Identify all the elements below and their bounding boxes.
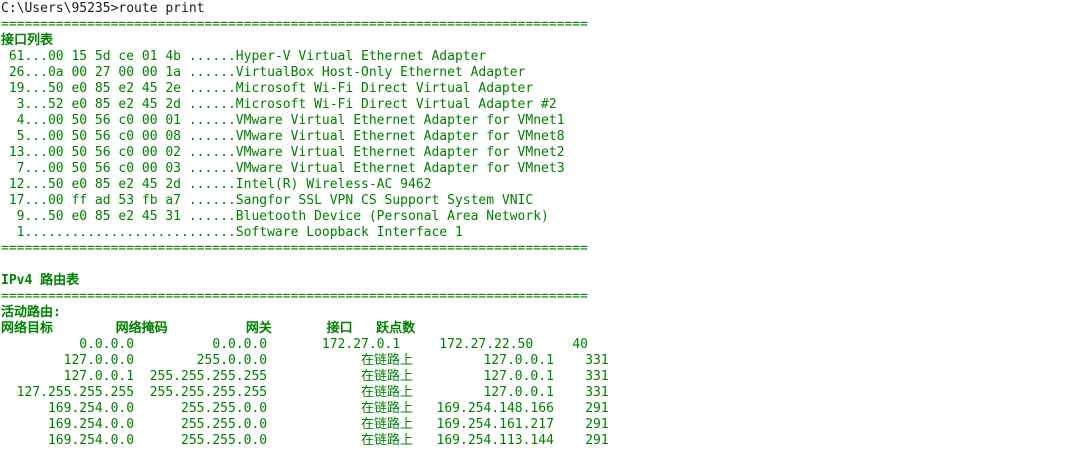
active-routes-header: 活动路由: [1, 305, 61, 320]
separator-line: ========================================… [1, 289, 588, 304]
interface-row: 61...00 15 5d ce 01 4b ......Hyper-V Vir… [1, 49, 487, 64]
command-prompt-line: C:\Users\95235>route print [1, 1, 205, 16]
route-columns-header: 网络目标 网络掩码 网关 接口 跃点数 [1, 321, 416, 336]
interface-row: 13...00 50 56 c0 00 02 ......VMware Virt… [1, 145, 565, 160]
route-row: 127.0.0.1 255.255.255.255 在链路上 127.0.0.1… [1, 369, 609, 384]
interface-row: 12...50 e0 85 e2 45 2d ......Intel(R) Wi… [1, 177, 432, 192]
route-row: 127.255.255.255 255.255.255.255 在链路上 127… [1, 385, 609, 400]
interface-row: 17...00 ff ad 53 fb a7 ......Sangfor SSL… [1, 193, 534, 208]
interface-row: 5...00 50 56 c0 00 08 ......VMware Virtu… [1, 129, 565, 144]
route-row: 0.0.0.0 0.0.0.0 172.27.0.1 172.27.22.50 … [1, 337, 588, 352]
route-row: 169.254.0.0 255.255.0.0 在链路上 169.254.113… [1, 433, 609, 448]
interface-row: 1...........................Software Loo… [1, 225, 463, 240]
interface-row: 4...00 50 56 c0 00 01 ......VMware Virtu… [1, 113, 565, 128]
console-window[interactable]: C:\Users\95235>route print =============… [0, 0, 1080, 463]
separator-line: ========================================… [1, 241, 588, 256]
interface-row: 26...0a 00 27 00 00 1a ......VirtualBox … [1, 65, 526, 80]
route-row: 127.0.0.0 255.0.0.0 在链路上 127.0.0.1 331 [1, 353, 609, 368]
route-row: 169.254.0.0 255.255.0.0 在链路上 169.254.161… [1, 417, 609, 432]
ipv4-route-table-header: IPv4 路由表 [1, 273, 80, 288]
interface-row: 7...00 50 56 c0 00 03 ......VMware Virtu… [1, 161, 565, 176]
separator-line: ========================================… [1, 17, 588, 32]
interface-list-header: 接口列表 [1, 33, 54, 48]
route-row: 169.254.0.0 255.255.0.0 在链路上 169.254.148… [1, 401, 609, 416]
interface-row: 3...52 e0 85 e2 45 2d ......Microsoft Wi… [1, 97, 557, 112]
interface-row: 9...50 e0 85 e2 45 31 ......Bluetooth De… [1, 209, 549, 224]
interface-row: 19...50 e0 85 e2 45 2e ......Microsoft W… [1, 81, 534, 96]
